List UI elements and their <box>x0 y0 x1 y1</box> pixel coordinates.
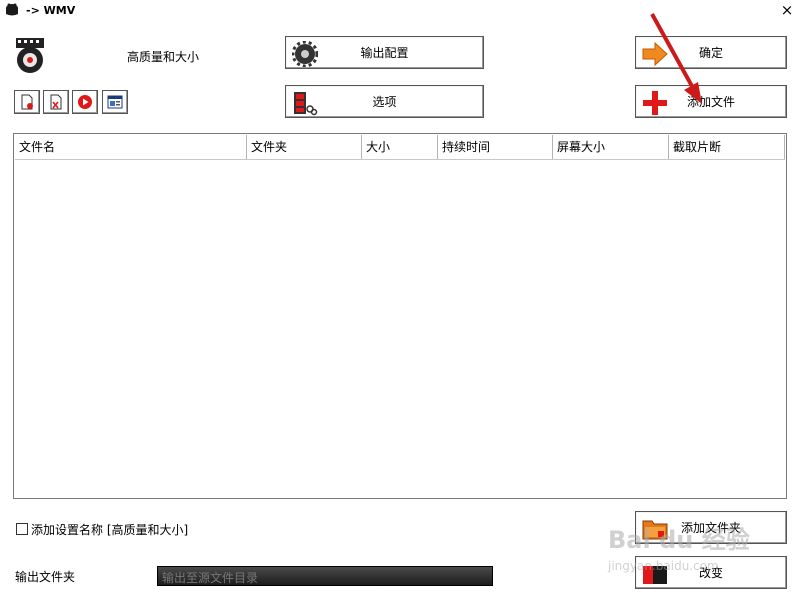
window-title: -> WMV <box>26 4 76 17</box>
app-icon <box>6 3 18 16</box>
output-config-button[interactable]: 输出配置 <box>285 36 484 69</box>
clear-list-button[interactable] <box>43 90 69 114</box>
add-file-button[interactable]: 添加文件 <box>635 85 787 118</box>
column-header-filename[interactable]: 文件名 <box>15 135 247 159</box>
column-header-clip[interactable]: 截取片断 <box>669 135 785 159</box>
column-header-duration[interactable]: 持续时间 <box>438 135 553 159</box>
output-folder-dropdown[interactable]: 输出至源文件目录 <box>157 566 493 586</box>
change-label: 改变 <box>698 566 723 580</box>
play-icon <box>78 95 92 109</box>
ok-label: 确定 <box>698 46 723 60</box>
ok-button[interactable]: 确定 <box>635 36 787 69</box>
profile-name: 高质量和大小 <box>127 50 200 64</box>
media-info-button[interactable] <box>102 90 128 114</box>
remove-file-button[interactable] <box>14 90 40 114</box>
add-file-label: 添加文件 <box>686 95 735 109</box>
output-folder-label: 输出文件夹 <box>15 570 76 584</box>
file-list-header: 文件名 文件夹 大小 持续时间 屏幕大小 截取片断 <box>15 135 785 160</box>
file-list[interactable]: 文件名 文件夹 大小 持续时间 屏幕大小 截取片断 <box>13 133 787 499</box>
add-setting-name-checkbox[interactable] <box>16 523 28 535</box>
column-header-folder[interactable]: 文件夹 <box>247 135 362 159</box>
info-window-icon <box>107 95 123 109</box>
column-header-screen-size[interactable]: 屏幕大小 <box>553 135 669 159</box>
options-label: 选项 <box>372 95 397 109</box>
add-setting-name-label: 添加设置名称 [高质量和大小] <box>31 523 189 537</box>
output-folder-value: 输出至源文件目录 <box>162 571 259 585</box>
film-reel-icon <box>16 38 44 73</box>
change-button[interactable]: 改变 <box>635 556 787 589</box>
options-button[interactable]: 选项 <box>285 85 484 118</box>
close-button[interactable]: × <box>779 2 795 18</box>
doc-clear-icon <box>50 94 62 110</box>
column-header-size[interactable]: 大小 <box>362 135 438 159</box>
doc-remove-icon <box>21 94 33 110</box>
output-config-label: 输出配置 <box>360 46 409 60</box>
add-folder-label: 添加文件夹 <box>680 521 741 535</box>
play-button[interactable] <box>72 90 98 114</box>
add-folder-button[interactable]: 添加文件夹 <box>635 511 787 544</box>
